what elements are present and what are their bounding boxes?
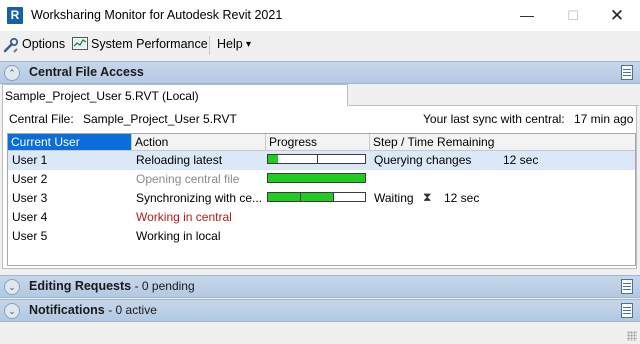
title-bar: R Worksharing Monitor for Autodesk Revit… (0, 0, 640, 31)
hourglass-icon: ⧗ (423, 190, 432, 204)
user-name: User 3 (12, 191, 48, 205)
revit-app-icon[interactable]: R (7, 7, 23, 24)
expand-chevron-icon[interactable]: ⌄ (4, 303, 20, 319)
central-file-value: Sample_Project_User 5.RVT (83, 112, 237, 126)
user-action: Reloading latest (136, 153, 223, 167)
document-icon[interactable] (621, 279, 633, 294)
notifications-title: Notifications - 0 active (29, 303, 157, 317)
progress-bar (267, 192, 366, 202)
tab-local-file[interactable]: Sample_Project_User 5.RVT (Local) (2, 84, 348, 106)
editing-requests-count: - 0 pending (134, 279, 195, 293)
time-remaining: 12 sec (444, 191, 480, 205)
user-name: User 4 (12, 210, 48, 224)
collapse-chevron-icon[interactable]: ⌃ (4, 65, 20, 81)
user-name: User 1 (12, 153, 48, 167)
editing-requests-label: Editing Requests (29, 279, 132, 293)
close-button[interactable]: ✕ (594, 0, 640, 31)
table-row[interactable]: User 1 Reloading latest Querying changes… (8, 151, 635, 170)
expand-chevron-icon[interactable]: ⌄ (4, 279, 20, 295)
table-row[interactable]: User 2 Opening central file (8, 170, 635, 189)
table-row[interactable]: User 5 Working in local (8, 227, 635, 246)
document-icon[interactable] (621, 65, 633, 80)
help-dropdown-icon[interactable]: ▾ (246, 39, 251, 50)
progress-step-tick (332, 193, 334, 201)
central-file-access-header[interactable]: ⌃ Central File Access (0, 61, 640, 84)
user-action: Synchronizing with ce... (136, 191, 263, 205)
last-sync-label: Your last sync with central: (423, 112, 565, 126)
user-action: Working in local (136, 229, 221, 243)
menu-options[interactable]: Options (22, 37, 65, 51)
user-name: User 2 (12, 172, 48, 186)
central-file-label: Central File: (9, 112, 74, 126)
status-bar (0, 322, 640, 344)
central-file-access-title: Central File Access (29, 65, 144, 79)
menu-help[interactable]: Help (217, 37, 243, 51)
resize-grip-icon[interactable] (627, 331, 637, 341)
menu-system-performance[interactable]: System Performance (91, 37, 208, 51)
editing-requests-title: Editing Requests - 0 pending (29, 279, 195, 293)
step-text: Waiting (374, 191, 414, 205)
column-header-current-user[interactable]: Current User (8, 134, 132, 151)
options-wrench-icon (3, 38, 19, 53)
user-name: User 5 (12, 229, 48, 243)
column-header-progress[interactable]: Progress (266, 134, 370, 151)
progress-fill (268, 174, 365, 182)
progress-bar (267, 154, 366, 164)
column-header-step-time[interactable]: Step / Time Remaining (370, 134, 635, 151)
progress-step-tick (316, 155, 318, 163)
system-performance-icon (72, 37, 88, 50)
table-row[interactable]: User 3 Synchronizing with ce... Waiting … (8, 189, 635, 208)
progress-bar (267, 173, 366, 183)
menu-separator (209, 36, 210, 55)
notifications-label: Notifications (29, 303, 105, 317)
user-action: Opening central file (136, 172, 240, 186)
central-file-panel: Central File: Sample_Project_User 5.RVT … (2, 106, 637, 269)
notifications-count: - 0 active (108, 303, 157, 317)
progress-fill (268, 155, 278, 163)
editing-requests-header[interactable]: ⌄ Editing Requests - 0 pending (0, 275, 640, 298)
minimize-button[interactable]: — (504, 0, 550, 31)
document-icon[interactable] (621, 303, 633, 318)
users-table: Current User Action Progress Step / Time… (7, 133, 636, 266)
time-remaining: 12 sec (503, 153, 539, 167)
table-row[interactable]: User 4 Working in central (8, 208, 635, 227)
last-sync-value: 17 min ago (574, 112, 634, 126)
notifications-header[interactable]: ⌄ Notifications - 0 active (0, 299, 640, 322)
step-text: Querying changes (374, 153, 472, 167)
window-title: Worksharing Monitor for Autodesk Revit 2… (31, 8, 283, 22)
menu-bar: Options System Performance Help ▾ (0, 33, 640, 57)
maximize-button[interactable]: ☐ (550, 0, 596, 31)
user-action: Working in central (136, 210, 232, 224)
column-header-action[interactable]: Action (132, 134, 266, 151)
progress-step-tick (300, 193, 301, 201)
